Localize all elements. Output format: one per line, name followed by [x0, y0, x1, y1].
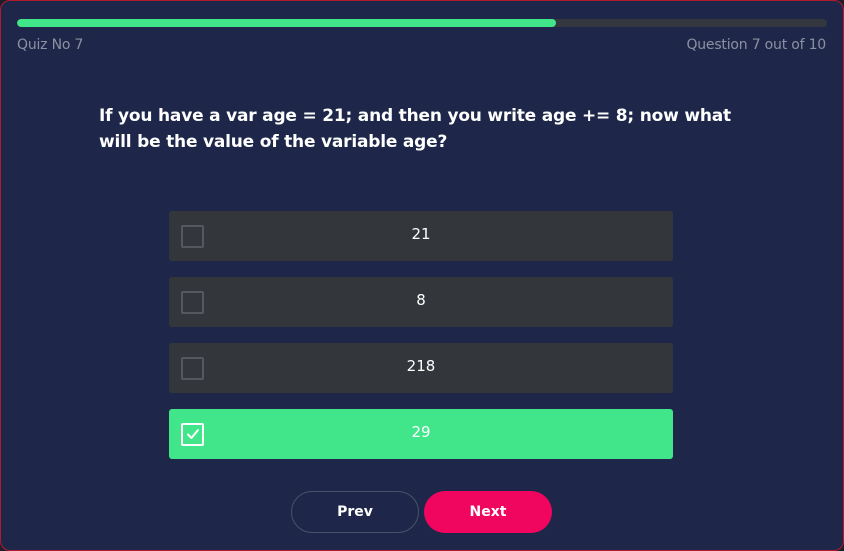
progress-bar-fill [17, 19, 557, 27]
prev-button[interactable]: Prev [291, 491, 419, 533]
quiz-card: Quiz No 7 Question 7 out of 10 If you ha… [0, 0, 844, 551]
next-button[interactable]: Next [424, 491, 552, 533]
answer-option[interactable]: 21 [169, 211, 673, 261]
answer-option-label: 218 [406, 357, 436, 375]
quiz-title: Quiz No 7 [17, 37, 84, 53]
answer-option-label: 21 [411, 225, 431, 243]
answer-option[interactable]: 8 [169, 277, 673, 327]
progress-bar [17, 19, 827, 27]
answer-option[interactable]: 29 [169, 409, 673, 459]
answer-option-label: 29 [411, 423, 431, 441]
answer-option-label: 8 [416, 291, 426, 309]
question-text: If you have a var age = 21; and then you… [99, 106, 731, 152]
answer-options: 21 8 218 29 [169, 211, 673, 475]
question-counter: Question 7 out of 10 [686, 37, 826, 53]
answer-option[interactable]: 218 [169, 343, 673, 393]
